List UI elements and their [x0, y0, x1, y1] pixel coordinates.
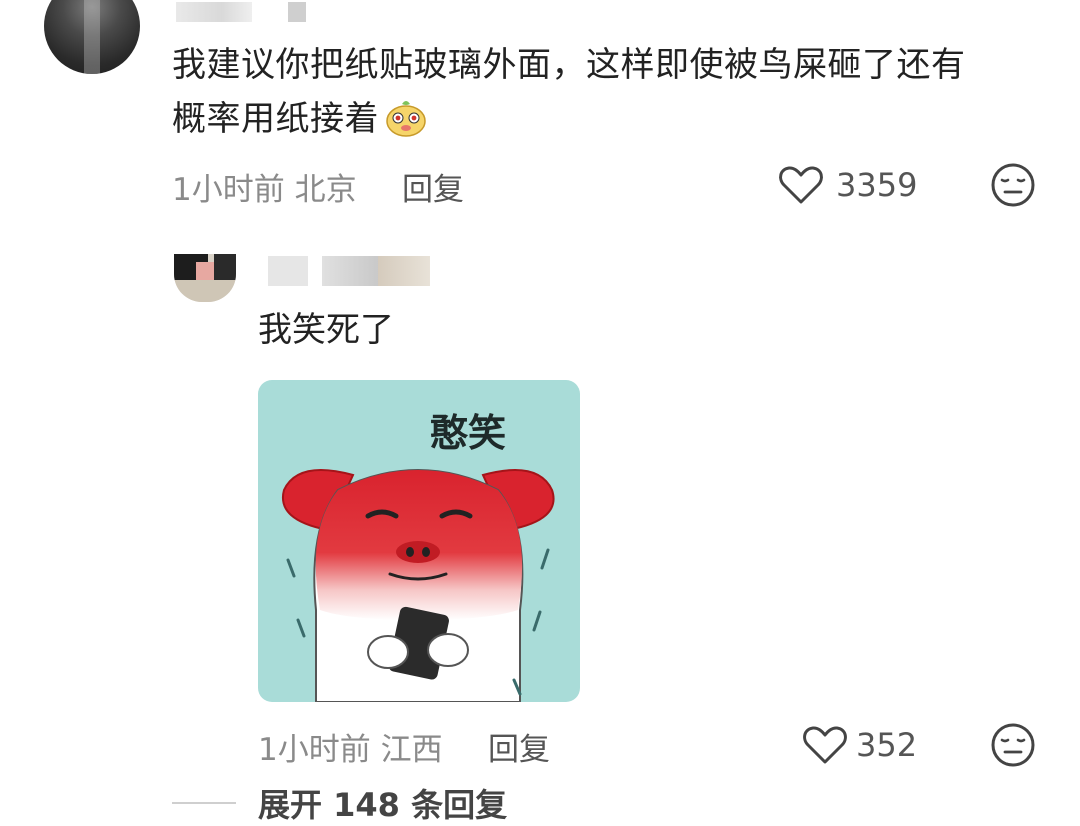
meh-face-icon[interactable] [990, 162, 1036, 208]
comment-line-1: 我建议你把纸贴玻璃外面，这样即使被鸟屎砸了还有 [172, 45, 966, 85]
expand-divider [172, 802, 236, 804]
comment-location: 北京 [294, 172, 357, 208]
cute-face-emoji-icon [386, 101, 426, 137]
like-count: 3359 [836, 166, 918, 204]
commenter-avatar[interactable] [44, 0, 140, 74]
reply-button[interactable]: 回复 [402, 164, 464, 209]
comment-meta: 1小时前 北京 [172, 164, 357, 209]
reply-location: 江西 [380, 732, 443, 768]
reply-name-blurred[interactable] [268, 256, 308, 286]
commenter-name-blurred[interactable] [176, 2, 252, 22]
reply-time: 1小时前 [258, 732, 371, 768]
reply-name-blurred-3 [378, 256, 430, 286]
comment-body: 我建议你把纸贴玻璃外面，这样即使被鸟屎砸了还有 概率用纸接着 [172, 38, 1052, 146]
comment-time: 1小时前 [172, 172, 285, 208]
meh-face-icon[interactable] [990, 722, 1036, 768]
reply-meta: 1小时前 江西 [258, 724, 443, 769]
pig-sticker-illustration [281, 469, 555, 702]
reply-name-blurred-2 [322, 256, 378, 286]
reply-like-count: 352 [856, 726, 918, 764]
heart-outline-icon[interactable] [802, 724, 848, 766]
expand-replies-button[interactable]: 展开 148 条回复 [258, 780, 507, 826]
heart-outline-icon[interactable] [778, 164, 824, 206]
reply-body: 我笑死了 [258, 310, 394, 350]
reply-avatar[interactable] [174, 254, 236, 302]
comment-line-2-text: 概率用纸接着 [172, 99, 379, 139]
commenter-name-blurred-tail [288, 2, 306, 22]
reply-reply-button[interactable]: 回复 [488, 724, 550, 769]
comment-line-2: 概率用纸接着 [172, 92, 1052, 146]
sticker-image[interactable]: 憨笑 [258, 380, 580, 702]
